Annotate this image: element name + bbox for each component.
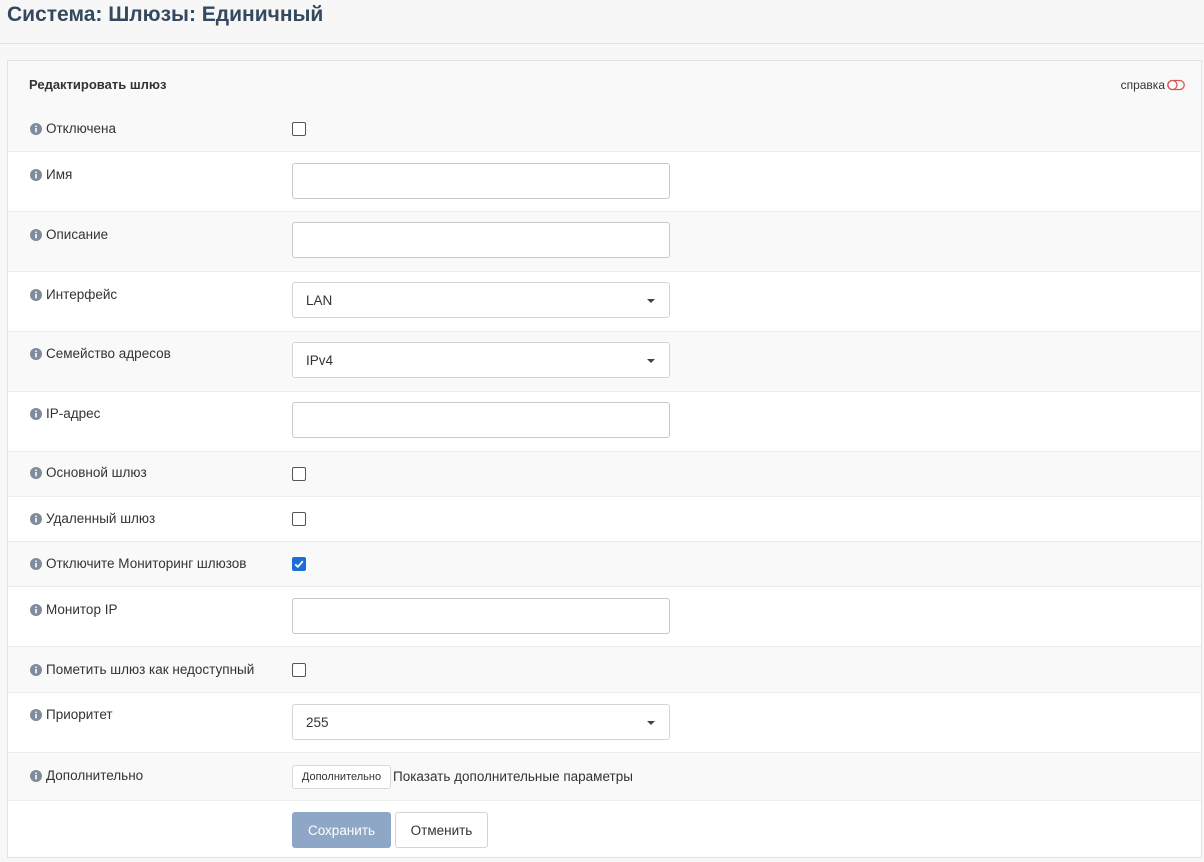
row-address-family: Семейство адресов IPv4 bbox=[8, 332, 1201, 392]
caret-down-icon bbox=[647, 299, 655, 303]
row-advanced: Дополнительно Дополнительно Показать доп… bbox=[8, 753, 1201, 801]
info-icon[interactable] bbox=[30, 169, 42, 181]
row-priority: Приоритет 255 bbox=[8, 693, 1201, 753]
field-label: Приоритет bbox=[30, 707, 113, 722]
info-icon[interactable] bbox=[30, 348, 42, 360]
row-disabled: Отключена bbox=[8, 106, 1201, 152]
info-icon[interactable] bbox=[30, 709, 42, 721]
row-default-gateway: Основной шлюз bbox=[8, 452, 1201, 497]
panel-header: Редактировать шлюз справка bbox=[8, 61, 1201, 107]
info-icon[interactable] bbox=[30, 513, 42, 525]
field-label: Отключите Мониторинг шлюзов bbox=[30, 556, 246, 571]
caret-down-icon bbox=[647, 359, 655, 363]
select-value: 255 bbox=[306, 715, 329, 730]
row-interface: Интерфейс LAN bbox=[8, 272, 1201, 332]
field-label: Описание bbox=[30, 227, 108, 242]
info-icon[interactable] bbox=[30, 604, 42, 616]
cancel-button[interactable]: Отменить bbox=[395, 812, 488, 848]
row-actions: Сохранить Отменить bbox=[8, 801, 1201, 857]
advanced-button[interactable]: Дополнительно bbox=[292, 765, 391, 789]
caret-down-icon bbox=[647, 721, 655, 725]
row-monitor-ip: Монитор IP bbox=[8, 587, 1201, 647]
field-label: Монитор IP bbox=[30, 602, 117, 617]
disabled-checkbox[interactable] bbox=[292, 122, 306, 136]
edit-gateway-panel: Редактировать шлюз справка Отключена Имя… bbox=[7, 60, 1202, 858]
field-label: Отключена bbox=[30, 121, 116, 136]
default-gateway-checkbox[interactable] bbox=[292, 467, 306, 481]
row-description: Описание bbox=[8, 212, 1201, 272]
info-icon[interactable] bbox=[30, 229, 42, 241]
field-label: IP-адрес bbox=[30, 406, 100, 421]
monitor-ip-input[interactable] bbox=[292, 598, 670, 634]
page-title: Система: Шлюзы: Единичный bbox=[7, 3, 323, 27]
row-name: Имя bbox=[8, 152, 1201, 212]
save-button[interactable]: Сохранить bbox=[292, 812, 391, 848]
info-icon[interactable] bbox=[30, 408, 42, 420]
advanced-hint: Показать дополнительные параметры bbox=[393, 769, 633, 784]
field-label: Семейство адресов bbox=[30, 346, 171, 361]
panel-title: Редактировать шлюз bbox=[29, 77, 166, 92]
select-value: IPv4 bbox=[306, 353, 333, 368]
info-icon[interactable] bbox=[30, 467, 42, 479]
field-label: Пометить шлюз как недоступный bbox=[30, 662, 254, 677]
disable-monitoring-checkbox[interactable] bbox=[292, 557, 306, 571]
info-icon[interactable] bbox=[30, 558, 42, 570]
name-input[interactable] bbox=[292, 163, 670, 199]
row-remote-gateway: Удаленный шлюз bbox=[8, 497, 1201, 542]
priority-select[interactable]: 255 bbox=[292, 704, 670, 740]
mark-down-checkbox[interactable] bbox=[292, 663, 306, 677]
field-label: Удаленный шлюз bbox=[30, 511, 155, 526]
address-family-select[interactable]: IPv4 bbox=[292, 342, 670, 378]
row-ip-address: IP-адрес bbox=[8, 392, 1201, 452]
field-label: Имя bbox=[30, 167, 72, 182]
help-toggle[interactable]: справка bbox=[1121, 78, 1185, 92]
info-icon[interactable] bbox=[30, 770, 42, 782]
field-label: Основной шлюз bbox=[30, 465, 147, 480]
description-input[interactable] bbox=[292, 222, 670, 258]
help-label: справка bbox=[1121, 78, 1165, 92]
row-mark-down: Пометить шлюз как недоступный bbox=[8, 647, 1201, 693]
checkmark-icon bbox=[293, 558, 305, 570]
field-label: Интерфейс bbox=[30, 287, 117, 302]
info-icon[interactable] bbox=[30, 123, 42, 135]
field-label: Дополнительно bbox=[30, 768, 143, 783]
select-value: LAN bbox=[306, 293, 332, 308]
row-disable-monitoring: Отключите Мониторинг шлюзов bbox=[8, 542, 1201, 587]
toggle-off-icon bbox=[1167, 79, 1185, 91]
info-icon[interactable] bbox=[30, 289, 42, 301]
info-icon[interactable] bbox=[30, 664, 42, 676]
interface-select[interactable]: LAN bbox=[292, 282, 670, 318]
page-header: Система: Шлюзы: Единичный bbox=[0, 0, 1204, 44]
remote-gateway-checkbox[interactable] bbox=[292, 512, 306, 526]
ip-address-input[interactable] bbox=[292, 402, 670, 438]
